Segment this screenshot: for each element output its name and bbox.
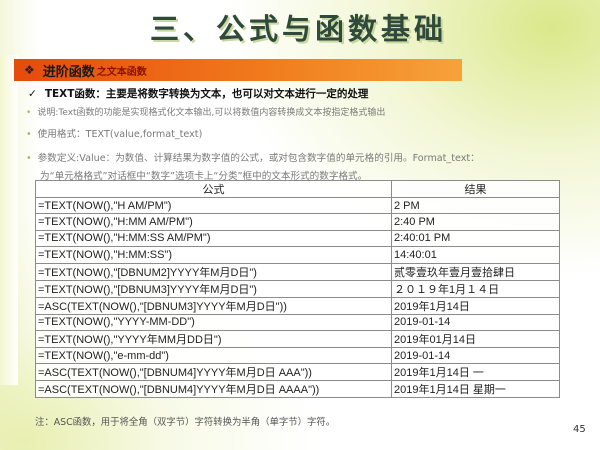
result-cell: 2019年1月14日 一 (391, 363, 560, 382)
formula-cell: =TEXT(NOW(),"H AM/PM") (35, 196, 392, 215)
checkmark-icon: ✓ (28, 88, 37, 100)
formula-cell: =TEXT(NOW(),"H:MM:SS") (35, 246, 392, 264)
formula-cell: =TEXT(NOW(),"[DBNUM3]YYYY年M月D日") (35, 279, 392, 298)
formula-cell: =TEXT(NOW(),"YYYY-MM-DD") (35, 313, 392, 331)
formula-cell: =TEXT(NOW(),"[DBNUM2]YYYY年M月D日") (35, 262, 392, 281)
table-header-row: 公式 结果 (35, 180, 560, 198)
result-cell: 2019年1月14日 星期一 (391, 380, 560, 399)
table-row: =ASC(TEXT(NOW(),"[DBNUM3]YYYY年M月D日")) 201… (35, 296, 560, 315)
result-cell: 2:40:01 PM (391, 229, 560, 248)
result-cell: 2019-01-14 (391, 346, 560, 365)
formula-table: 公式 结果 =TEXT(NOW(),"H AM/PM") 2 PM =TEXT(N… (35, 180, 560, 399)
left-decoration-bar (0, 55, 18, 385)
table-row: =ASC(TEXT(NOW(),"[DBNUM4]YYYY年M月D日 AAA")… (35, 363, 560, 382)
table-row: =TEXT(NOW(),"H:MM:SS") 14:40:01 (35, 246, 560, 264)
result-cell: 2 PM (391, 196, 560, 215)
result-cell: 14:40:01 (391, 246, 560, 264)
result-cell: 2:40 PM (391, 213, 560, 231)
banner-main-text: 进阶函数 (42, 64, 95, 80)
usage-text: 使用格式：TEXT(value,format_text) (37, 129, 203, 140)
params-paragraph: • 参数定义:Value：为数值、计算结果为数字值的公式，或对包含数字值的单元格的… (26, 150, 480, 164)
page-number: 45 (573, 424, 586, 435)
result-cell: 2019年01月14日 (391, 329, 560, 348)
formula-cell: =TEXT(NOW(),"e-mm-dd") (35, 346, 392, 365)
result-cell: 贰零壹玖年壹月壹拾肆日 (391, 262, 560, 281)
bullet-dot-icon: • (26, 153, 32, 164)
bullet-dot-icon: • (26, 108, 32, 118)
table-row: =TEXT(NOW(),"H:MM AM/PM") 2:40 PM (35, 213, 560, 231)
heading-line: ✓ TEXT函数：主要是将数字转换为文本，也可以对文本进行一定的处理 (28, 86, 368, 101)
table-row: =TEXT(NOW(),"H AM/PM") 2 PM (35, 196, 560, 215)
table-row: =TEXT(NOW(),"YYYY-MM-DD") 2019-01-14 (35, 313, 560, 331)
formula-cell: =ASC(TEXT(NOW(),"[DBNUM4]YYYY年M月D日 AAAA"… (35, 380, 392, 399)
table-row: =TEXT(NOW(),"H:MM:SS AM/PM") 2:40:01 PM (35, 229, 560, 248)
explain-paragraph: • 说明:Text函数的功能是实现格式化文本输出,可以将数值内容转换成文本按指定格… (26, 105, 385, 118)
slide-title: 三、公式与函数基础 (150, 12, 448, 46)
diamond-bullet-icon: ❖ (24, 63, 35, 77)
table-row: =TEXT(NOW(),"[DBNUM2]YYYY年M月D日") 贰零壹玖年壹月壹… (35, 262, 560, 281)
bullet-dot-icon: • (26, 129, 32, 140)
banner-sub-text: 之文本函数 (96, 66, 147, 78)
usage-paragraph: • 使用格式：TEXT(value,format_text) (26, 126, 202, 140)
header-formula: 公式 (35, 180, 392, 198)
formula-cell: =TEXT(NOW(),"H:MM AM/PM") (35, 213, 392, 231)
result-cell: ２０１９年1月１４日 (391, 279, 560, 298)
result-cell: 2019年1月14日 (391, 296, 560, 315)
formula-cell: =TEXT(NOW(),"YYYY年MM月DD日") (35, 329, 392, 348)
table-row: =TEXT(NOW(),"e-mm-dd") 2019-01-14 (35, 346, 560, 365)
result-cell: 2019-01-14 (391, 313, 560, 331)
explain-text: 说明:Text函数的功能是实现格式化文本输出,可以将数值内容转换成文本按指定格式… (37, 108, 386, 118)
table-row: =TEXT(NOW(),"[DBNUM3]YYYY年M月D日") ２０１９年1月１… (35, 279, 560, 298)
formula-cell: =TEXT(NOW(),"H:MM:SS AM/PM") (35, 229, 392, 248)
params-text-line1: 参数定义:Value：为数值、计算结果为数字值的公式，或对包含数字值的单元格的引… (37, 153, 480, 164)
footnote: 注：ASC函数，用于将全角（双字节）字符转换为半角（单字节）字符。 (35, 417, 336, 428)
section-banner: ❖ 进阶函数 之文本函数 (14, 59, 462, 81)
table-row: =TEXT(NOW(),"YYYY年MM月DD日") 2019年01月14日 (35, 329, 560, 348)
header-result: 结果 (391, 180, 560, 198)
formula-cell: =ASC(TEXT(NOW(),"[DBNUM3]YYYY年M月D日")) (35, 296, 392, 315)
table-row: =ASC(TEXT(NOW(),"[DBNUM4]YYYY年M月D日 AAAA"… (35, 380, 560, 399)
heading-text: TEXT函数：主要是将数字转换为文本，也可以对文本进行一定的处理 (44, 88, 369, 100)
formula-cell: =ASC(TEXT(NOW(),"[DBNUM4]YYYY年M月D日 AAA")… (35, 363, 392, 382)
